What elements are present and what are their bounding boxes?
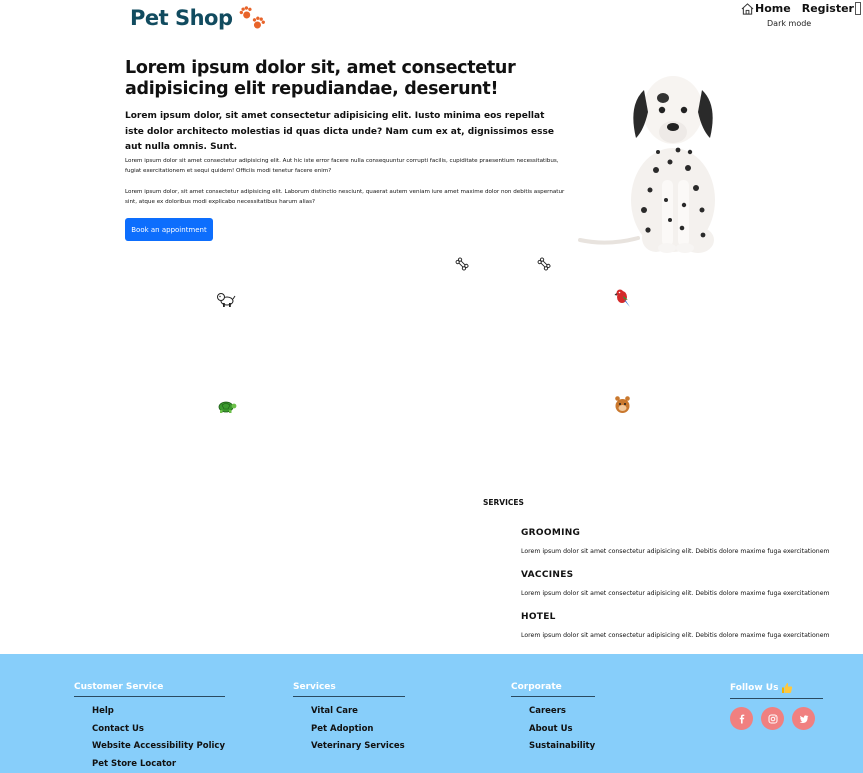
paw-prints-icon [237, 5, 267, 31]
nav-register-link[interactable]: Register [802, 2, 854, 15]
bone-icon [455, 257, 469, 271]
dark-mode-label: Dark mode [767, 19, 812, 28]
nav-home-label: Home [755, 2, 791, 15]
footer-heading-follow: Follow Us [730, 682, 823, 699]
book-appointment-button[interactable]: Book an appointment [125, 218, 213, 241]
service-title-hotel: HOTEL [521, 612, 556, 622]
footer-heading-corporate: Corporate [511, 682, 596, 697]
service-desc-vaccines: Lorem ipsum dolor sit amet consectetur a… [521, 590, 830, 597]
parrot-icon [614, 288, 632, 308]
hero-paragraph-1: Lorem ipsum dolor sit amet consectetur a… [125, 158, 559, 174]
footer-link-careers[interactable]: Careers [529, 703, 595, 721]
dark-mode-toggle[interactable] [855, 2, 861, 15]
footer-link-store-locator[interactable]: Pet Store Locator [92, 756, 225, 773]
twitter-icon[interactable] [792, 707, 815, 730]
turtle-icon [216, 399, 237, 414]
footer-heading-customer-service: Customer Service [74, 682, 225, 697]
hero-title: Lorem ipsum dolor sit, amet consectetur … [125, 58, 516, 99]
dalmatian-puppy-image [578, 76, 715, 253]
brand-logo[interactable]: Pet Shop [130, 5, 267, 31]
service-title-vaccines: VACCINES [521, 570, 574, 580]
bone-icon [537, 257, 551, 271]
footer-customer-service: Customer Service Help Contact Us Website… [74, 682, 225, 773]
footer-heading-services: Services [293, 682, 405, 697]
footer-link-vital-care[interactable]: Vital Care [311, 703, 405, 721]
hero-paragraph-2: Lorem ipsum dolor, sit amet consectetur … [125, 189, 565, 205]
services-heading: SERVICES [483, 498, 524, 507]
hero-lead: Lorem ipsum dolor, sit amet consectetur … [125, 111, 554, 152]
footer-follow: Follow Us [730, 682, 823, 730]
footer-services: Services Vital Care Pet Adoption Veterin… [293, 682, 405, 756]
footer-link-accessibility[interactable]: Website Accessibility Policy [92, 738, 225, 756]
instagram-icon[interactable] [761, 707, 784, 730]
footer-corporate: Corporate Careers About Us Sustainabilit… [511, 682, 596, 756]
follow-us-label: Follow Us [730, 683, 779, 693]
service-title-grooming: GROOMING [521, 528, 581, 538]
footer-link-sustainability[interactable]: Sustainability [529, 738, 595, 756]
home-icon [741, 2, 754, 15]
thumbs-up-icon [782, 683, 793, 693]
footer-link-about[interactable]: About Us [529, 721, 595, 739]
site-footer: Customer Service Help Contact Us Website… [0, 654, 863, 773]
footer-link-contact[interactable]: Contact Us [92, 721, 225, 739]
nav-home-link[interactable]: Home [741, 2, 791, 15]
dog-icon [216, 290, 236, 308]
service-desc-grooming: Lorem ipsum dolor sit amet consectetur a… [521, 548, 830, 555]
footer-link-help[interactable]: Help [92, 703, 225, 721]
footer-link-veterinary[interactable]: Veterinary Services [311, 738, 405, 756]
footer-link-pet-adoption[interactable]: Pet Adoption [311, 721, 405, 739]
hamster-icon [613, 395, 632, 414]
service-desc-hotel: Lorem ipsum dolor sit amet consectetur a… [521, 632, 830, 639]
facebook-icon[interactable] [730, 707, 753, 730]
top-nav: Home Register [741, 2, 861, 15]
brand-name: Pet Shop [130, 6, 233, 30]
